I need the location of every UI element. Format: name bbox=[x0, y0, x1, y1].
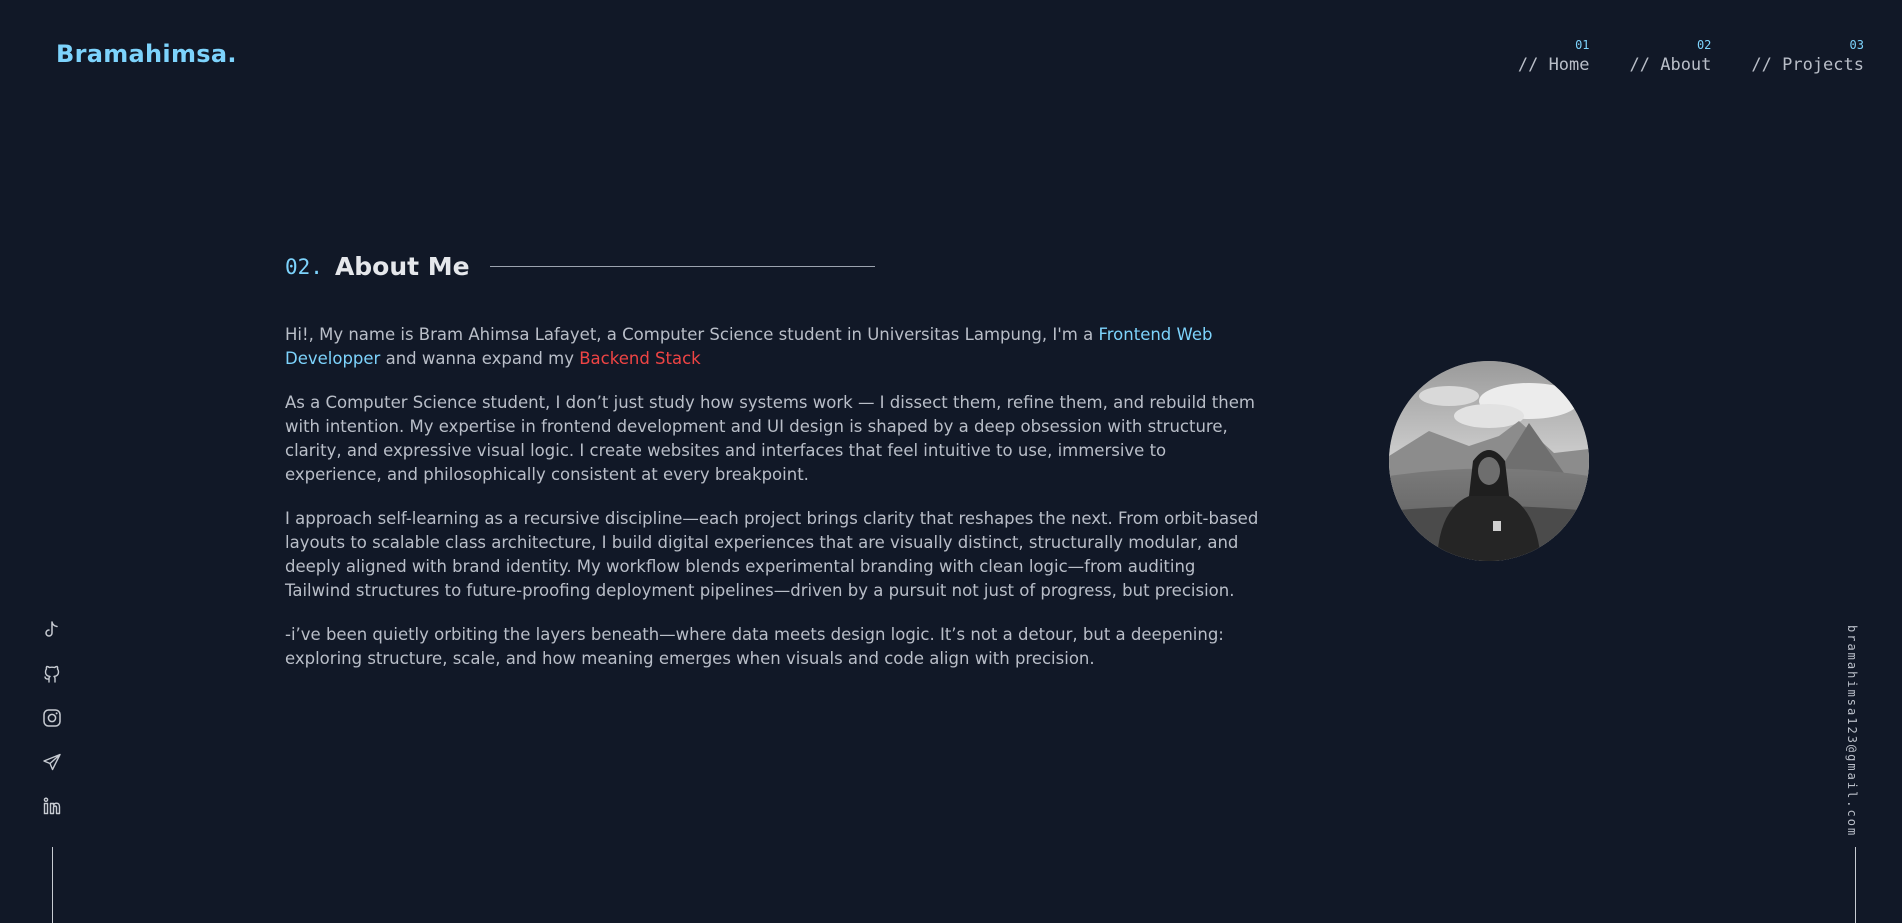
section-heading: 02. About Me bbox=[285, 252, 875, 281]
intro-text-cont: and wanna expand my bbox=[380, 349, 580, 368]
main-nav: 01 // Home 02 // About 03 // Projects bbox=[1518, 38, 1864, 76]
section-number: 02. bbox=[285, 254, 323, 279]
social-vertical-line bbox=[52, 847, 53, 923]
nav-item-projects[interactable]: 03 // Projects bbox=[1751, 38, 1864, 76]
page: Bramahimsa. 01 // Home 02 // About 03 //… bbox=[0, 0, 1902, 923]
nav-item-home[interactable]: 01 // Home bbox=[1518, 38, 1590, 76]
nav-label: // About bbox=[1629, 55, 1712, 75]
tiktok-icon[interactable] bbox=[40, 620, 64, 640]
backend-highlight: Backend Stack bbox=[579, 349, 701, 368]
social-links bbox=[40, 620, 64, 816]
intro-paragraph: Hi!, My name is Bram Ahimsa Lafayet, a C… bbox=[285, 323, 1260, 371]
heading-divider bbox=[489, 266, 875, 267]
email-link[interactable]: bramahimsa123@gmail.com bbox=[1845, 625, 1859, 837]
nav-number: 01 bbox=[1575, 38, 1590, 52]
site-logo[interactable]: Bramahimsa. bbox=[56, 40, 237, 68]
paragraph-backend: -i’ve been quietly orbiting the layers b… bbox=[285, 625, 1224, 668]
paragraph-self-learning: I approach self-learning as a recursive … bbox=[285, 509, 1259, 600]
instagram-icon[interactable] bbox=[40, 708, 64, 728]
profile-photo bbox=[1389, 361, 1589, 561]
nav-label: // Projects bbox=[1751, 55, 1864, 75]
paragraph-expertise: As a Computer Science student, I don’t j… bbox=[285, 393, 1255, 484]
about-content: Hi!, My name is Bram Ahimsa Lafayet, a C… bbox=[285, 323, 1260, 691]
nav-item-about[interactable]: 02 // About bbox=[1630, 38, 1712, 76]
section-title: About Me bbox=[334, 252, 470, 281]
nav-label: // Home bbox=[1517, 55, 1590, 75]
github-icon[interactable] bbox=[40, 664, 64, 684]
telegram-icon[interactable] bbox=[40, 752, 64, 772]
email-vertical-line bbox=[1855, 847, 1856, 923]
nav-number: 03 bbox=[1849, 38, 1864, 52]
linkedin-icon[interactable] bbox=[40, 796, 64, 816]
nav-number: 02 bbox=[1696, 38, 1712, 52]
profile-photo-illustration bbox=[1389, 361, 1589, 561]
intro-text: Hi!, My name is Bram Ahimsa Lafayet, a C… bbox=[285, 325, 1099, 344]
